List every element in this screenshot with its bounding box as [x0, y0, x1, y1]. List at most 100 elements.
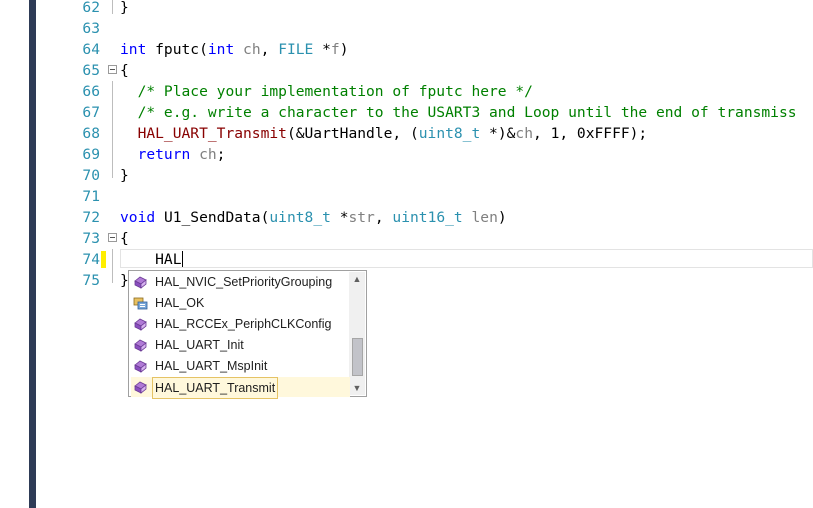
line-number: 72	[82, 209, 100, 226]
collapse-fold-icon[interactable]	[108, 233, 117, 242]
code-token: ,	[374, 209, 393, 226]
code-text[interactable]: int fputc(int ch, FILE *f)	[120, 39, 349, 60]
fold-guide	[112, 81, 113, 178]
window-edge-bar	[29, 0, 36, 508]
code-token: )	[339, 41, 349, 58]
line-number: 70	[82, 167, 100, 184]
autocomplete-item[interactable]: HAL_NVIC_SetPriorityGrouping	[131, 272, 350, 292]
autocomplete-scrollbar[interactable]: ▲ ▼	[349, 272, 365, 395]
autocomplete-item-label: HAL_RCCEx_PeriphCLKConfig	[155, 317, 332, 331]
code-line[interactable]: 73 {	[36, 228, 813, 249]
code-token: ch	[243, 41, 261, 58]
code-text[interactable]: return ch;	[120, 144, 226, 165]
autocomplete-item[interactable]: HAL_RCCEx_PeriphCLKConfig	[131, 314, 350, 334]
line-number: 68	[82, 125, 100, 142]
code-line[interactable]: 62}	[36, 0, 813, 18]
scroll-thumb[interactable]	[352, 338, 363, 376]
code-text[interactable]: HAL_UART_Transmit(&UartHandle, (uint8_t …	[120, 123, 648, 144]
code-token: {	[120, 62, 129, 79]
code-token: ch	[199, 146, 217, 163]
code-token: ,	[260, 41, 279, 58]
code-text[interactable]: }	[120, 165, 129, 186]
code-token: fputc(	[146, 41, 208, 58]
autocomplete-item[interactable]: HAL_OK	[131, 293, 350, 313]
scroll-up-arrow-icon[interactable]: ▲	[349, 272, 365, 286]
code-token: uint16_t	[392, 209, 463, 226]
code-token: int	[120, 41, 147, 58]
code-text[interactable]: /* Place your implementation of fputc he…	[120, 81, 533, 102]
code-line[interactable]: 70}	[36, 165, 813, 186]
scroll-down-arrow-icon[interactable]: ▼	[349, 381, 365, 395]
code-line[interactable]: 66 /* Place your implementation of fputc…	[36, 81, 813, 102]
code-token: HAL_UART_Transmit	[137, 125, 287, 142]
code-token: str	[348, 209, 375, 226]
line-number: 67	[82, 104, 100, 121]
autocomplete-popup[interactable]: ▲ ▼ HAL_NVIC_SetPriorityGrouping HAL_OK HA…	[128, 270, 367, 399]
code-line[interactable]: 71	[36, 186, 813, 207]
autocomplete-item-label: HAL_NVIC_SetPriorityGrouping	[155, 275, 333, 289]
function-icon	[133, 380, 148, 394]
text-caret	[181, 251, 183, 267]
code-text[interactable]: HAL	[120, 249, 183, 270]
code-token: return	[137, 146, 191, 163]
code-text[interactable]: {	[120, 228, 129, 249]
autocomplete-item[interactable]: HAL_UART_MspInit	[131, 356, 350, 376]
code-token: *	[330, 209, 349, 226]
autocomplete-item[interactable]: HAL_UART_Init	[131, 335, 350, 355]
code-token: {	[120, 230, 129, 247]
code-text[interactable]: {	[120, 60, 129, 81]
code-token: )	[497, 209, 507, 226]
collapse-fold-icon[interactable]	[108, 65, 117, 74]
line-number: 71	[82, 188, 100, 205]
code-text[interactable]: void U1_SendData(uint8_t *str, uint16_t …	[120, 207, 507, 228]
code-line[interactable]: 74 HAL	[36, 249, 813, 270]
function-icon	[133, 359, 148, 373]
code-token: void	[120, 209, 156, 226]
line-number: 64	[82, 41, 100, 58]
code-token: *	[313, 41, 331, 58]
code-token: /* Place your implementation of fputc he…	[137, 83, 533, 100]
code-token: (&UartHandle, (	[286, 125, 419, 142]
line-number: 73	[82, 230, 100, 247]
autocomplete-item-label: HAL_UART_Transmit	[152, 377, 279, 399]
code-token: f	[330, 41, 340, 58]
function-icon	[133, 275, 148, 289]
autocomplete-item-label: HAL_UART_MspInit	[155, 359, 268, 373]
code-editor[interactable]: 62} 63 64 int fputc(int ch, FILE *f) 65{66 /…	[36, 0, 813, 508]
code-token: uint8_t	[269, 209, 331, 226]
code-line[interactable]: 69 return ch;	[36, 144, 813, 165]
current-line-highlight	[120, 249, 813, 268]
enum-member-icon	[133, 296, 148, 310]
fold-guide	[112, 0, 113, 14]
code-text[interactable]: /* e.g. write a character to the USART3 …	[120, 102, 797, 123]
code-token: }	[120, 167, 129, 184]
code-token: len	[471, 209, 498, 226]
code-line[interactable]: 67 /* e.g. write a character to the USAR…	[36, 102, 813, 123]
autocomplete-item-label: HAL_UART_Init	[155, 338, 244, 352]
code-token: U1_SendData(	[155, 209, 270, 226]
code-token: int	[207, 41, 235, 58]
line-number: 65	[82, 62, 100, 79]
code-token: uint8_t	[418, 125, 481, 142]
code-line[interactable]: 64 int fputc(int ch, FILE *f)	[36, 39, 813, 60]
code-line[interactable]: 63	[36, 18, 813, 39]
code-token: , 1, 0xFFFF);	[533, 125, 648, 142]
autocomplete-item-label: HAL_OK	[155, 296, 205, 310]
line-number: 62	[82, 0, 100, 16]
line-number: 75	[82, 272, 100, 289]
line-number: 63	[82, 20, 100, 37]
line-number: 69	[82, 146, 100, 163]
line-number: 66	[82, 83, 100, 100]
autocomplete-item[interactable]: HAL_UART_Transmit	[131, 377, 350, 399]
code-token: /* e.g. write a character to the USART3 …	[137, 104, 797, 121]
code-line[interactable]: 72 void U1_SendData(uint8_t *str, uint16_…	[36, 207, 813, 228]
code-token: FILE	[278, 41, 314, 58]
code-line[interactable]: 65 {	[36, 60, 813, 81]
code-line[interactable]: 68 HAL_UART_Transmit(&UartHandle, (uint8…	[36, 123, 813, 144]
code-text[interactable]: }	[120, 0, 129, 18]
